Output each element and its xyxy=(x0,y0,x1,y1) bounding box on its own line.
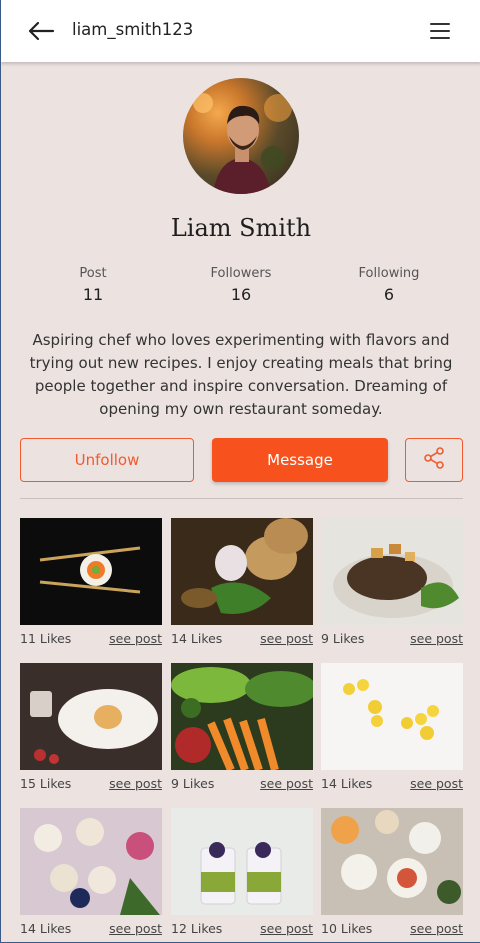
avatar[interactable] xyxy=(183,78,299,194)
post-likes: 14 Likes xyxy=(321,776,373,791)
unfollow-button[interactable]: Unfollow xyxy=(20,438,194,482)
post-likes: 9 Likes xyxy=(171,776,215,791)
post-image[interactable] xyxy=(171,663,313,770)
profile-name: Liam Smith xyxy=(170,214,312,242)
see-post-link[interactable]: see post xyxy=(410,631,463,646)
see-post-link[interactable]: see post xyxy=(410,776,463,791)
app-frame: liam_smith123 Liam Smith Post 11 Followe… xyxy=(0,0,480,943)
post-image[interactable] xyxy=(20,663,162,770)
post-card[interactable]: 14 Likes see post xyxy=(321,663,463,791)
post-likes: 15 Likes xyxy=(20,776,72,791)
see-post-link[interactable]: see post xyxy=(260,631,313,646)
post-likes: 10 Likes xyxy=(321,921,373,936)
hamburger-menu-icon[interactable] xyxy=(429,21,451,41)
profile-bio: Aspiring chef who loves experimenting wi… xyxy=(29,331,453,418)
post-card[interactable]: 14 Likes see post xyxy=(20,808,162,936)
see-post-link[interactable]: see post xyxy=(109,776,162,791)
share-icon xyxy=(422,446,446,474)
see-post-link[interactable]: see post xyxy=(260,921,313,936)
post-image[interactable] xyxy=(321,518,463,625)
header-username: liam_smith123 xyxy=(72,20,194,39)
stat-value: 11 xyxy=(82,285,104,304)
stat-value: 16 xyxy=(230,285,252,304)
stat-label: Following xyxy=(358,266,420,281)
post-card[interactable]: 9 Likes see post xyxy=(171,663,313,791)
see-post-link[interactable]: see post xyxy=(109,921,162,936)
see-post-link[interactable]: see post xyxy=(260,776,313,791)
divider xyxy=(20,498,463,499)
post-image[interactable] xyxy=(321,808,463,915)
post-image[interactable] xyxy=(20,808,162,915)
post-card[interactable]: 9 Likes see post xyxy=(321,518,463,646)
post-card[interactable]: 10 Likes see post xyxy=(321,808,463,936)
post-image[interactable] xyxy=(171,808,313,915)
share-button[interactable] xyxy=(405,438,463,482)
stat-label: Post xyxy=(79,266,107,281)
post-likes: 14 Likes xyxy=(171,631,223,646)
see-post-link[interactable]: see post xyxy=(109,631,162,646)
post-likes: 9 Likes xyxy=(321,631,365,646)
see-post-link[interactable]: see post xyxy=(410,921,463,936)
stat-posts[interactable]: Post 11 xyxy=(23,266,163,304)
post-image[interactable] xyxy=(20,518,162,625)
stat-value: 6 xyxy=(383,285,395,304)
message-button[interactable]: Message xyxy=(212,438,388,482)
top-bar: liam_smith123 xyxy=(1,0,480,62)
post-image[interactable] xyxy=(171,518,313,625)
post-card[interactable]: 14 Likes see post xyxy=(171,518,313,646)
post-card[interactable]: 11 Likes see post xyxy=(20,518,162,646)
post-likes: 14 Likes xyxy=(20,921,72,936)
post-card[interactable]: 15 Likes see post xyxy=(20,663,162,791)
arrow-left-icon[interactable] xyxy=(27,19,55,43)
stat-following[interactable]: Following 6 xyxy=(319,266,459,304)
post-card[interactable]: 12 Likes see post xyxy=(171,808,313,936)
stat-followers[interactable]: Followers 16 xyxy=(171,266,311,304)
post-image[interactable] xyxy=(321,663,463,770)
post-likes: 11 Likes xyxy=(20,631,72,646)
stat-label: Followers xyxy=(210,266,272,281)
post-likes: 12 Likes xyxy=(171,921,223,936)
